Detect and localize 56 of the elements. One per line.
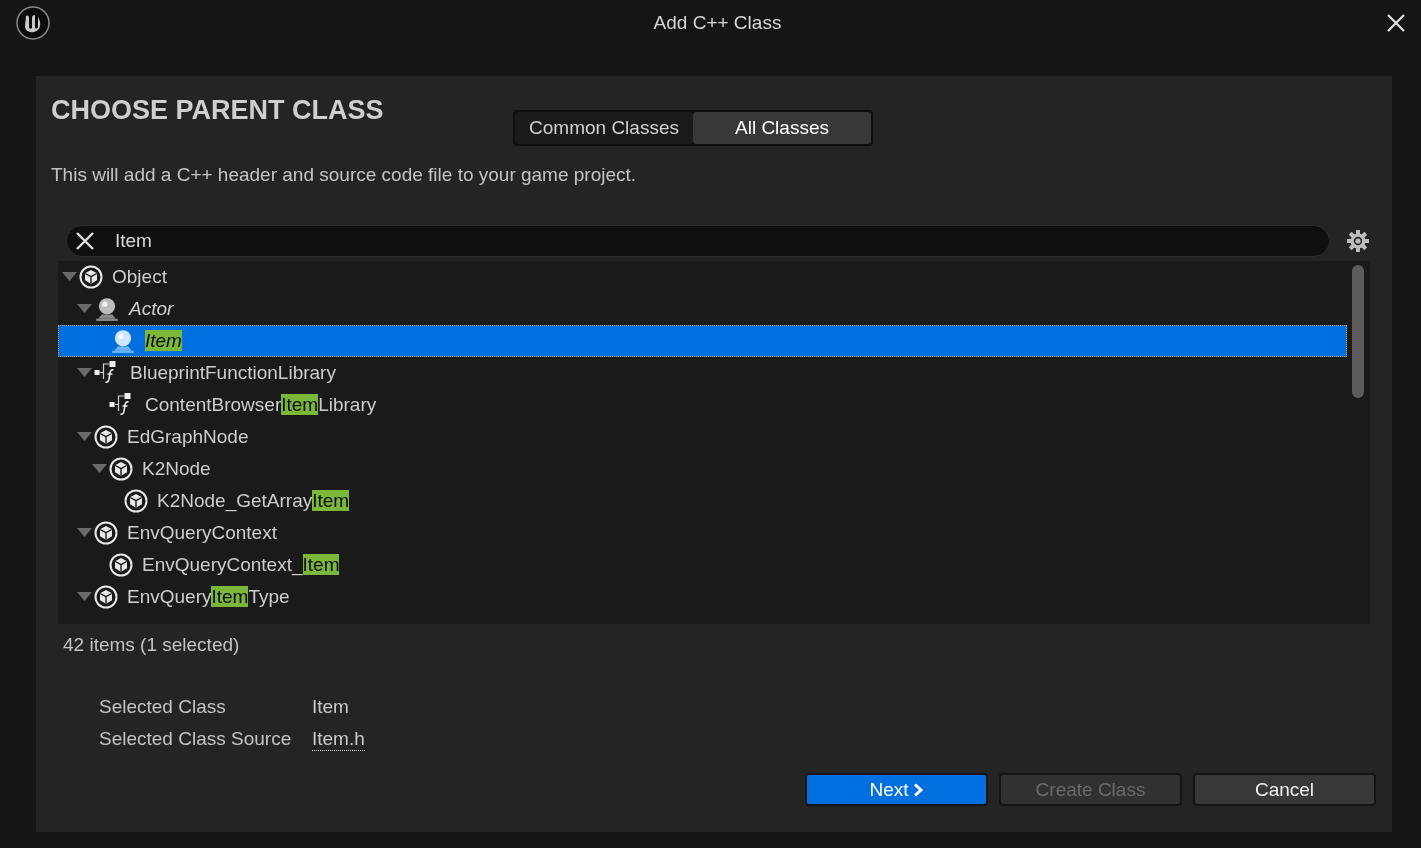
source-link[interactable]: Item.h (312, 728, 365, 751)
tree-row[interactable]: EnvQueryItemType (58, 581, 1347, 613)
detail-value: Item (312, 696, 349, 718)
settings-icon[interactable] (1346, 229, 1370, 253)
cube-icon (94, 585, 118, 609)
expand-arrow-icon[interactable] (77, 592, 92, 602)
cube-icon (94, 425, 118, 449)
cube-icon (109, 553, 133, 577)
tree-row[interactable]: EnvQueryContext_Item (58, 549, 1347, 581)
tab[interactable]: Common Classes (515, 112, 693, 144)
window-title: Add C++ Class (652, 12, 783, 34)
tree-row[interactable]: EdGraphNode (58, 421, 1347, 453)
logo-icon (16, 6, 50, 40)
class-name: Object (112, 266, 167, 288)
cube-icon (109, 457, 133, 481)
class-name: EnvQueryItemType (127, 586, 290, 608)
sphere-on-stand-icon (110, 328, 136, 354)
description: This will add a C++ header and source code file to your game project. (51, 164, 638, 186)
tree-row[interactable]: K2Node (58, 453, 1347, 485)
heading: CHOOSE PARENT CLASS (51, 94, 385, 126)
tree-row[interactable]: ContentBrowserItemLibrary (58, 389, 1347, 421)
tab[interactable]: All Classes (693, 112, 871, 144)
expand-arrow-icon[interactable] (77, 528, 92, 538)
dialog-button[interactable]: Cancel (1193, 773, 1376, 806)
cube-icon (124, 489, 148, 513)
tree-row[interactable]: BlueprintFunctionLibrary (58, 357, 1347, 389)
expand-arrow-icon[interactable] (77, 432, 92, 442)
tree-row[interactable]: Item (58, 325, 1347, 357)
tree-row[interactable]: K2Node_GetArrayItem (58, 485, 1347, 517)
class-name: EdGraphNode (127, 426, 249, 448)
cube-icon (79, 265, 103, 289)
cube-icon (94, 521, 118, 545)
tree-row[interactable]: EnvQueryContext (58, 517, 1347, 549)
class-name: K2Node_GetArrayItem (157, 490, 350, 512)
class-name: EnvQueryContext_Item (142, 554, 340, 576)
class-name: EnvQueryContext (127, 522, 277, 544)
tree-row[interactable]: Object (58, 261, 1347, 293)
scrollbar-thumb[interactable] (1352, 265, 1364, 398)
expand-arrow-icon[interactable] (77, 304, 92, 314)
class-name: Item (145, 330, 182, 352)
class-name: ContentBrowserItemLibrary (145, 394, 377, 416)
sphere-on-stand-icon (94, 296, 120, 322)
class-name: K2Node (142, 458, 211, 480)
detail-label: Selected Class (99, 696, 227, 718)
class-name: BlueprintFunctionLibrary (130, 362, 336, 384)
tree-row[interactable]: Actor (58, 293, 1347, 325)
item-count: 42 items (1 selected) (63, 634, 241, 656)
close-icon[interactable] (1385, 12, 1407, 34)
expand-arrow-icon[interactable] (62, 272, 77, 282)
dialog-button[interactable]: Next (805, 773, 988, 806)
search-field[interactable]: Item (66, 225, 1330, 257)
clear-icon[interactable] (75, 231, 95, 251)
expand-arrow-icon[interactable] (77, 368, 92, 378)
class-name: Actor (129, 298, 174, 320)
expand-arrow-icon[interactable] (92, 464, 107, 474)
detail-label: Selected Class Source (99, 728, 293, 751)
